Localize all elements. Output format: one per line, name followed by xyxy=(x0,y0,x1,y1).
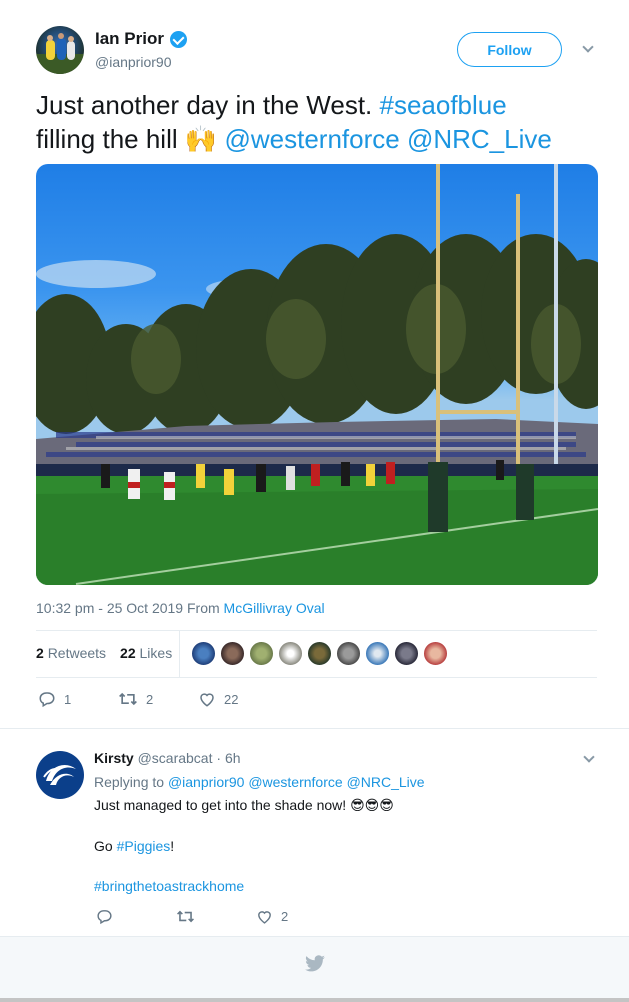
reply-text-line-1: Just managed to get into the shade now! … xyxy=(94,797,394,813)
retweet-icon xyxy=(177,910,194,923)
liker-avatar[interactable] xyxy=(220,641,245,666)
author-avatar[interactable] xyxy=(36,26,84,74)
verified-badge-icon xyxy=(169,30,187,48)
author-handle[interactable]: @ianprior90 xyxy=(95,54,171,70)
hashtag-bringthetoastrackhome[interactable]: #bringthetoastrackhome xyxy=(94,878,244,894)
reply-icon xyxy=(39,692,55,708)
reply-icon xyxy=(97,910,112,925)
author-name[interactable]: Ian Prior xyxy=(95,29,164,49)
liker-avatar[interactable] xyxy=(423,641,448,666)
hashtag-seaofblue[interactable]: #seaofblue xyxy=(379,90,506,120)
reply-menu-chevron-icon[interactable] xyxy=(583,751,595,763)
divider xyxy=(36,677,597,678)
retweet-action[interactable]: 2 xyxy=(118,690,198,708)
tweet-actions: 1 2 22 xyxy=(38,690,238,708)
reply-author-handle[interactable]: @scarabcat xyxy=(138,750,213,766)
sunglasses-emoji: 😎😎😎 xyxy=(350,797,394,813)
author-name-row: Ian Prior xyxy=(95,29,187,49)
reply-header: Kirsty @scarabcat · 6h xyxy=(94,750,241,766)
reply-retweet-action[interactable] xyxy=(176,908,256,925)
location-link[interactable]: McGillivray Oval xyxy=(224,600,325,616)
likers-avatars xyxy=(191,641,448,666)
reply-actions: 2 xyxy=(96,908,288,925)
likes-stat[interactable]: 22 Likes xyxy=(120,645,172,661)
reply-like-action[interactable]: 2 xyxy=(256,908,288,925)
follow-button[interactable]: Follow xyxy=(457,32,562,67)
stats-separator xyxy=(179,630,180,677)
footer-bar xyxy=(0,936,629,1000)
mention-westernforce[interactable]: @westernforce xyxy=(224,124,399,154)
heart-icon xyxy=(258,911,271,924)
reply-text-line-2: Go #Piggies! xyxy=(94,838,175,854)
mention-ianprior90[interactable]: @ianprior90 xyxy=(168,774,244,790)
section-divider xyxy=(0,728,629,729)
liker-avatar[interactable] xyxy=(249,641,274,666)
reply-time[interactable]: · 6h xyxy=(216,750,240,766)
tweet-text: Just another day in the West. #seaofblue… xyxy=(36,90,552,154)
replying-to: Replying to @ianprior90 @westernforce @N… xyxy=(94,774,425,790)
tweet-stats: 2 Retweets 22 Likes xyxy=(36,645,172,661)
liker-avatar[interactable] xyxy=(336,641,361,666)
tweet-page: Ian Prior @ianprior90 Follow Just anothe… xyxy=(0,0,629,1002)
mention-nrc-live[interactable]: @NRC_Live xyxy=(347,774,425,790)
like-action[interactable]: 22 xyxy=(198,690,238,708)
reply-author-name[interactable]: Kirsty xyxy=(94,750,134,766)
raised-hands-emoji: 🙌 xyxy=(184,124,218,154)
reply-text-line-3: #bringthetoastrackhome xyxy=(94,878,244,894)
tweet-timestamp: 10:32 pm - 25 Oct 2019 From McGillivray … xyxy=(36,600,325,616)
retweets-stat[interactable]: 2 Retweets xyxy=(36,645,106,661)
liker-avatar[interactable] xyxy=(278,641,303,666)
reply-author-avatar[interactable] xyxy=(36,751,84,799)
mention-westernforce[interactable]: @westernforce xyxy=(248,774,342,790)
divider xyxy=(36,630,597,631)
liker-avatar[interactable] xyxy=(365,641,390,666)
tweet-menu-chevron-icon[interactable] xyxy=(582,41,594,53)
retweet-icon xyxy=(119,692,137,706)
liker-avatar[interactable] xyxy=(394,641,419,666)
heart-icon xyxy=(200,693,214,707)
reply-action[interactable]: 1 xyxy=(38,690,118,708)
liker-avatar[interactable] xyxy=(191,641,216,666)
reply-reply-action[interactable] xyxy=(96,908,176,925)
liker-avatar[interactable] xyxy=(307,641,332,666)
tweet-photo[interactable] xyxy=(36,164,598,585)
mention-nrc-live[interactable]: @NRC_Live xyxy=(407,124,552,154)
window-bottom-edge xyxy=(0,998,629,1002)
twitter-bird-icon[interactable] xyxy=(304,955,326,973)
hashtag-piggies[interactable]: #Piggies xyxy=(117,838,171,854)
